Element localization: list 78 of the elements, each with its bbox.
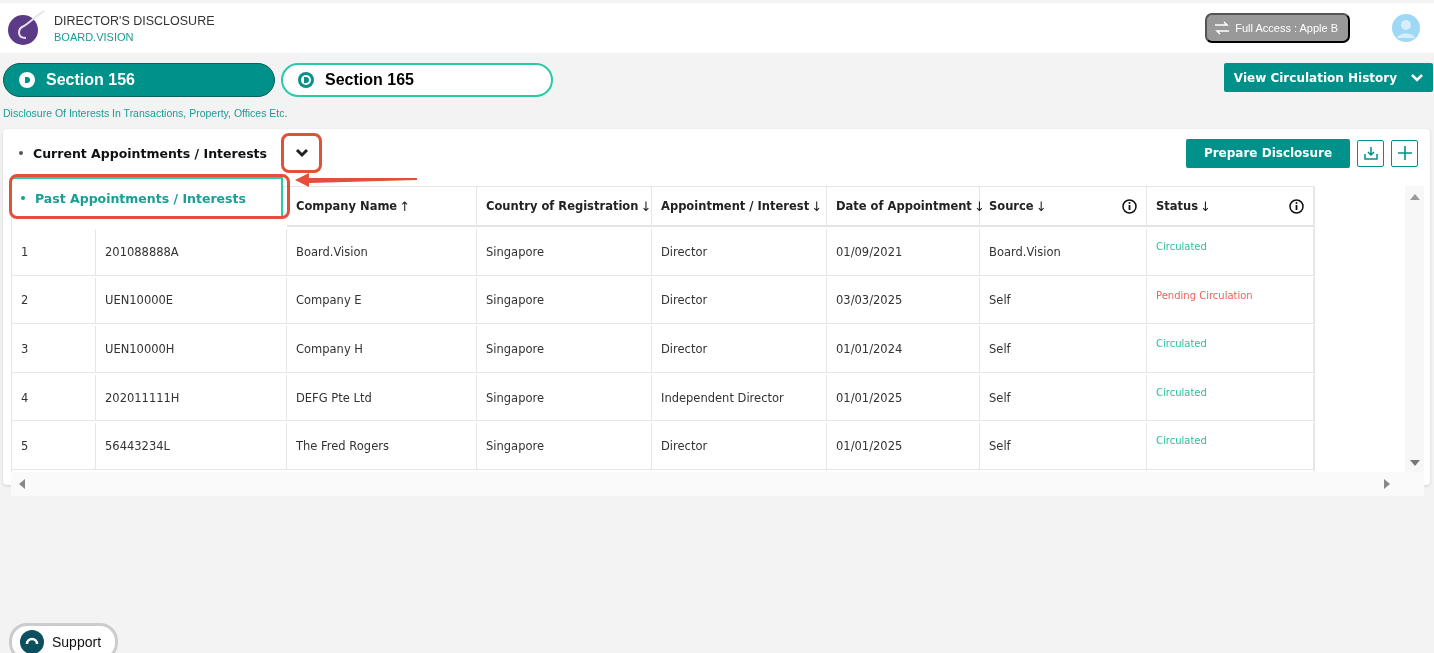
table-cell: 5 [21, 439, 29, 454]
sort-icon[interactable]: ↓ [1200, 198, 1211, 214]
table-cell: 202011111H [105, 390, 180, 405]
column-header[interactable]: Appointment / Interest [661, 199, 810, 213]
section-description: Disclosure Of Interests In Transactions, Property, Offices Etc. [3, 107, 289, 119]
table-cell: 1 [21, 244, 29, 259]
table-cell: DEFG Pte Ltd [296, 390, 372, 405]
section-tab[interactable]: Section 165 [281, 63, 553, 97]
table-cell: Self [989, 342, 1011, 356]
section-icon [18, 71, 36, 89]
table-cell: Singapore [486, 293, 545, 308]
section-tab[interactable]: Section 156 [3, 63, 275, 97]
column-header[interactable]: Status [1156, 199, 1199, 213]
support-button[interactable]: Support [9, 623, 119, 653]
info-icon[interactable] [1122, 198, 1137, 214]
section-icon [297, 71, 315, 89]
table-cell: 01/09/2021 [836, 244, 903, 259]
chevron-icon [1411, 73, 1423, 82]
table-cell: 56443234L [105, 439, 170, 454]
section-selector[interactable]: Current Appointments / Interests [19, 145, 267, 161]
column-header[interactable]: Country of Registration [486, 199, 639, 213]
table-cell: Director [661, 342, 708, 356]
table-cell: Self [989, 293, 1011, 308]
scroll-left-icon[interactable] [19, 479, 25, 489]
table-cell: Singapore [486, 439, 545, 454]
logo-icon [6, 8, 46, 48]
table-cell: 03/03/2025 [836, 293, 903, 308]
table-cell: Company E [296, 293, 362, 308]
table-cell: Director [661, 244, 708, 259]
status-label: Circulated [1156, 338, 1207, 350]
sort-icon[interactable]: ↓ [811, 198, 823, 214]
column-header[interactable]: Date of Appointment [836, 199, 972, 213]
table-cell: 01/01/2024 [836, 342, 903, 356]
table-cell: UEN10000E [105, 293, 174, 308]
table-cell: 4 [21, 390, 29, 405]
table-cell: Singapore [486, 390, 545, 405]
scroll-down-icon[interactable] [1409, 460, 1420, 466]
scroll-up-icon[interactable] [1409, 194, 1420, 200]
table-cell: 01/01/2025 [836, 390, 903, 405]
table-cell: Board.Vision [296, 244, 368, 259]
support-icon [20, 630, 44, 653]
table-cell: Independent Director [661, 390, 784, 405]
status-label: Circulated [1156, 241, 1207, 253]
table-cell: The Fred Rogers [296, 439, 389, 454]
table-cell: Company H [296, 342, 363, 356]
sort-icon[interactable]: ↓ [973, 198, 985, 214]
table-cell: UEN10000H [105, 342, 175, 356]
sort-icon[interactable]: ↓ [1035, 198, 1047, 214]
table-cell: Director [661, 293, 708, 308]
app-title: DIRECTOR'S DISCLOSURE [54, 13, 215, 28]
horizontal-scrollbar[interactable] [11, 472, 1424, 496]
table-cell: 2 [21, 293, 29, 308]
sort-icon[interactable]: ↑ [399, 198, 411, 214]
status-label: Circulated [1156, 435, 1207, 447]
column-header[interactable]: Company Name [296, 199, 398, 213]
table-cell: 3 [21, 342, 29, 356]
status-label: Pending Circulation [1156, 289, 1253, 301]
table-cell: 01/01/2025 [836, 439, 903, 454]
swap-icon [1213, 21, 1232, 35]
table-cell: 201088888A [105, 244, 179, 259]
prepare-disclosure-button[interactable]: Prepare Disclosure [1186, 138, 1350, 168]
table-cell: Singapore [486, 342, 545, 356]
table-cell: Board.Vision [989, 244, 1061, 259]
table-cell: Director [661, 439, 708, 454]
scroll-right-icon[interactable] [1384, 479, 1390, 489]
table-cell: Singapore [486, 244, 545, 259]
column-header[interactable]: Source [989, 199, 1034, 213]
app-subtitle: BOARD.VISION [54, 30, 135, 43]
status-label: Circulated [1156, 386, 1207, 398]
chevron-icon[interactable] [294, 148, 309, 158]
vertical-scrollbar[interactable] [1405, 186, 1424, 472]
table-cell: Self [989, 390, 1011, 405]
add-icon[interactable] [1391, 139, 1418, 167]
circulation-history-button[interactable]: View Circulation History [1223, 63, 1433, 92]
table-cell: Self [989, 439, 1011, 454]
sort-icon[interactable]: ↓ [640, 198, 652, 214]
download-icon[interactable] [1357, 139, 1384, 167]
info-icon[interactable] [1289, 198, 1304, 214]
